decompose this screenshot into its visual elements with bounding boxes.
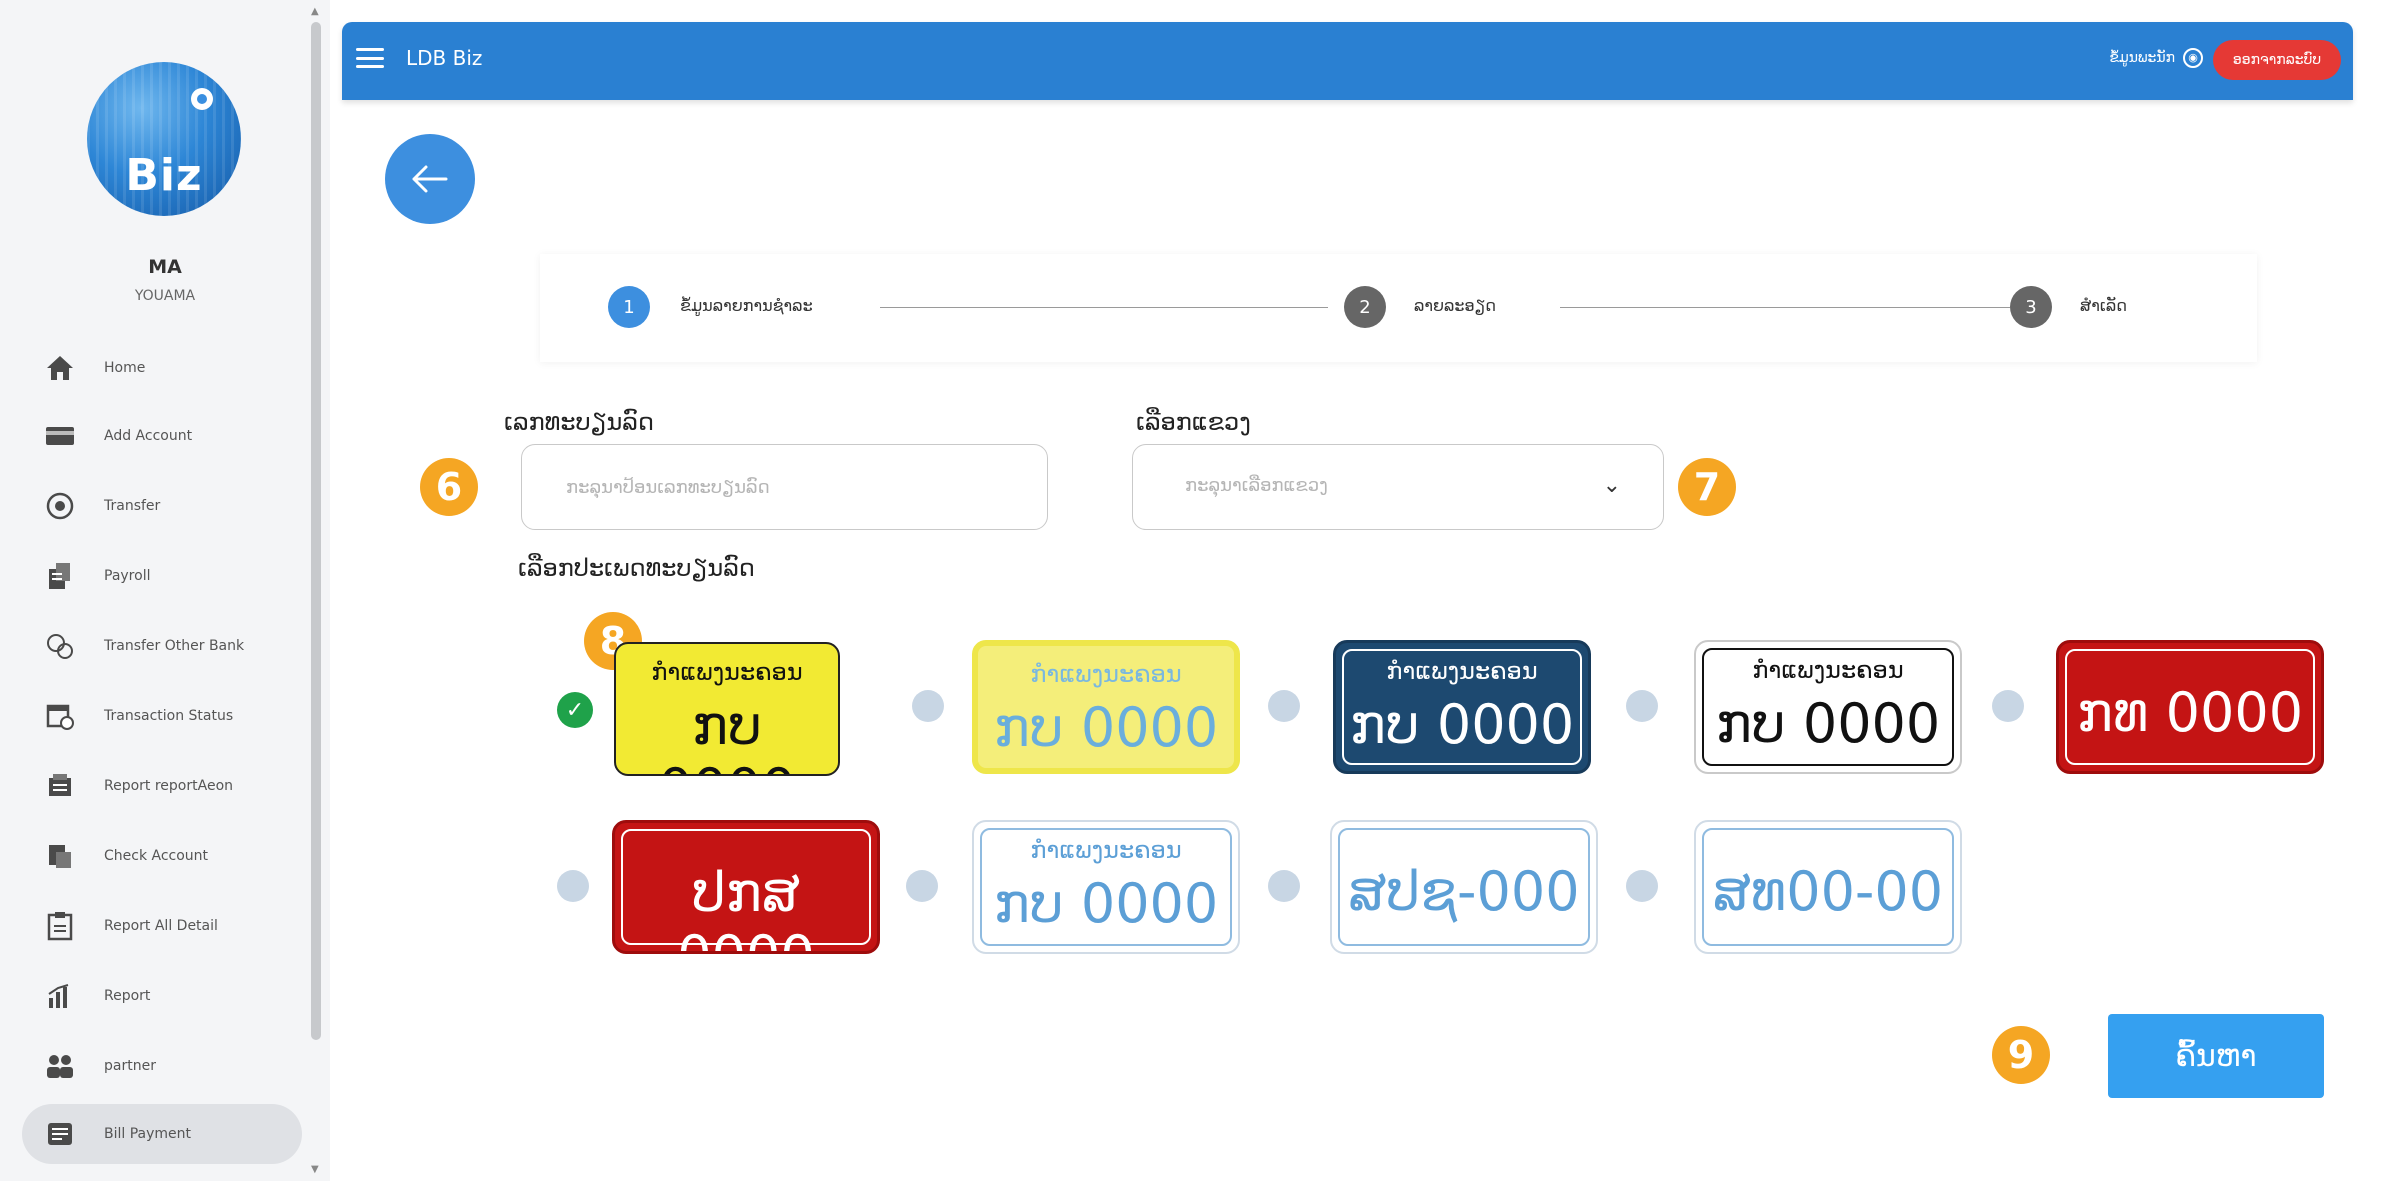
progress-stepper: 1 ຂໍ້ມູນລາຍການຊຳລະ 2 ລາຍລະອຽດ 3 ສຳເລັດ [540, 254, 2257, 362]
step-3-label: ສຳເລັດ [2080, 296, 2127, 315]
annotation-badge-9: 9 [1992, 1026, 2050, 1084]
annotation-badge-7: 7 [1678, 458, 1736, 516]
sidebar-item-partner[interactable]: partner [22, 1036, 302, 1096]
plate-option-5-radio[interactable] [1992, 690, 2024, 722]
sidebar-item-transfer-other-bank[interactable]: Transfer Other Bank [22, 616, 302, 676]
scroll-up-arrow[interactable]: ▲ [311, 6, 319, 17]
bank-transfer-icon [42, 628, 78, 664]
plate-number-input[interactable] [521, 444, 1048, 530]
plate-option-2[interactable]: ກຳແພງນະຄອນ ກບ 0000 [972, 640, 1240, 774]
plate-option-6-radio[interactable] [557, 870, 589, 902]
plate-option-7-radio[interactable] [906, 870, 938, 902]
province-placeholder: ກະລຸນາເລືອກແຂວງ [1185, 475, 1328, 496]
sidebar-item-home[interactable]: Home [22, 338, 302, 398]
bill-icon [42, 1116, 78, 1152]
app-title: LDB Biz [406, 46, 483, 70]
sidebar: Biz MA YOUAMA Home Add Account Transfer … [0, 0, 330, 1181]
plate-option-3-radio[interactable] [1268, 690, 1300, 722]
step-2-label: ລາຍລະອຽດ [1414, 296, 1496, 315]
check-account-icon [42, 838, 78, 874]
sidebar-item-transaction-status[interactable]: Transaction Status [22, 686, 302, 746]
step-connector [880, 307, 1328, 308]
plate-number-label: ເລກທະບຽນລົດ [504, 408, 654, 436]
province-select[interactable]: ກະລຸນາເລືອກແຂວງ ⌄ [1132, 444, 1664, 530]
top-header: LDB Biz ຂໍ້ມູນພະນັກ ◉ ອອກຈາກລະບົບ [342, 22, 2353, 100]
partner-icon [42, 1048, 78, 1084]
plate-option-5[interactable]: ກທ 0000 [2056, 640, 2324, 774]
plate-option-8[interactable]: ສປຊ-000 [1330, 820, 1598, 954]
plate-option-4[interactable]: ກຳແພງນະຄອນ ກບ 0000 [1694, 640, 1962, 774]
chart-icon [42, 978, 78, 1014]
plate-option-1-check-icon[interactable]: ✓ [557, 692, 593, 728]
logout-button[interactable]: ອອກຈາກລະບົບ [2213, 40, 2341, 80]
step-1-label: ຂໍ້ມູນລາຍການຊຳລະ [680, 296, 813, 315]
province-label: ເລືອກແຂວງ [1136, 408, 1251, 436]
sidebar-scrollbar[interactable] [311, 22, 321, 1040]
transfer-icon [42, 488, 78, 524]
plate-option-7[interactable]: ກຳແພງນະຄອນ ກບ 0000 [972, 820, 1240, 954]
sidebar-item-report[interactable]: Report [22, 966, 302, 1026]
sidebar-item-check-account[interactable]: Check Account [22, 826, 302, 886]
profile-link[interactable]: ຂໍ້ມູນພະນັກ [2109, 50, 2175, 66]
step-3-circle: 3 [2010, 286, 2052, 328]
scroll-down-arrow[interactable]: ▼ [311, 1164, 319, 1175]
plate-option-9[interactable]: ສທ00-00 [1694, 820, 1962, 954]
plate-option-8-radio[interactable] [1268, 870, 1300, 902]
plate-option-6[interactable]: ປກສ 0000 [612, 820, 880, 954]
step-2-circle: 2 [1344, 286, 1386, 328]
clipboard-icon [42, 908, 78, 944]
report-icon [42, 768, 78, 804]
user-circle-icon[interactable]: ◉ [2183, 48, 2203, 68]
plate-option-1[interactable]: ກຳແພງນະຄອນ ກບ 0000 [614, 642, 840, 776]
plate-option-4-radio[interactable] [1626, 690, 1658, 722]
chevron-down-icon: ⌄ [1602, 473, 1621, 498]
plate-type-label: ເລືອກປະເພດທະບຽນລົດ [518, 554, 755, 582]
payroll-icon [42, 558, 78, 594]
card-icon [42, 418, 78, 454]
arrow-left-icon [412, 165, 448, 193]
user-subtitle: YOUAMA [134, 288, 196, 304]
step-1-circle: 1 [608, 286, 650, 328]
logo-text: Biz [125, 150, 203, 201]
sidebar-item-report-aeon[interactable]: Report reportAeon [22, 756, 302, 816]
step-connector [1560, 307, 2010, 308]
home-icon [42, 350, 78, 386]
ldb-biz-logo: Biz [87, 62, 241, 216]
sidebar-item-payroll[interactable]: Payroll [22, 546, 302, 606]
sidebar-item-report-all-detail[interactable]: Report All Detail [22, 896, 302, 956]
back-button[interactable] [385, 134, 475, 224]
hamburger-menu-icon[interactable] [356, 44, 384, 72]
plate-option-2-radio[interactable] [912, 690, 944, 722]
sidebar-item-bill-payment[interactable]: Bill Payment [22, 1104, 302, 1164]
sidebar-item-transfer[interactable]: Transfer [22, 476, 302, 536]
annotation-badge-6: 6 [420, 458, 478, 516]
user-name: MA [148, 256, 182, 278]
sidebar-item-add-account[interactable]: Add Account [22, 406, 302, 466]
search-button[interactable]: ຄົ້ນຫາ [2108, 1014, 2324, 1098]
calendar-icon [42, 698, 78, 734]
plate-option-3[interactable]: ກຳແພງນະຄອນ ກບ 0000 [1333, 640, 1591, 774]
plate-option-9-radio[interactable] [1626, 870, 1658, 902]
